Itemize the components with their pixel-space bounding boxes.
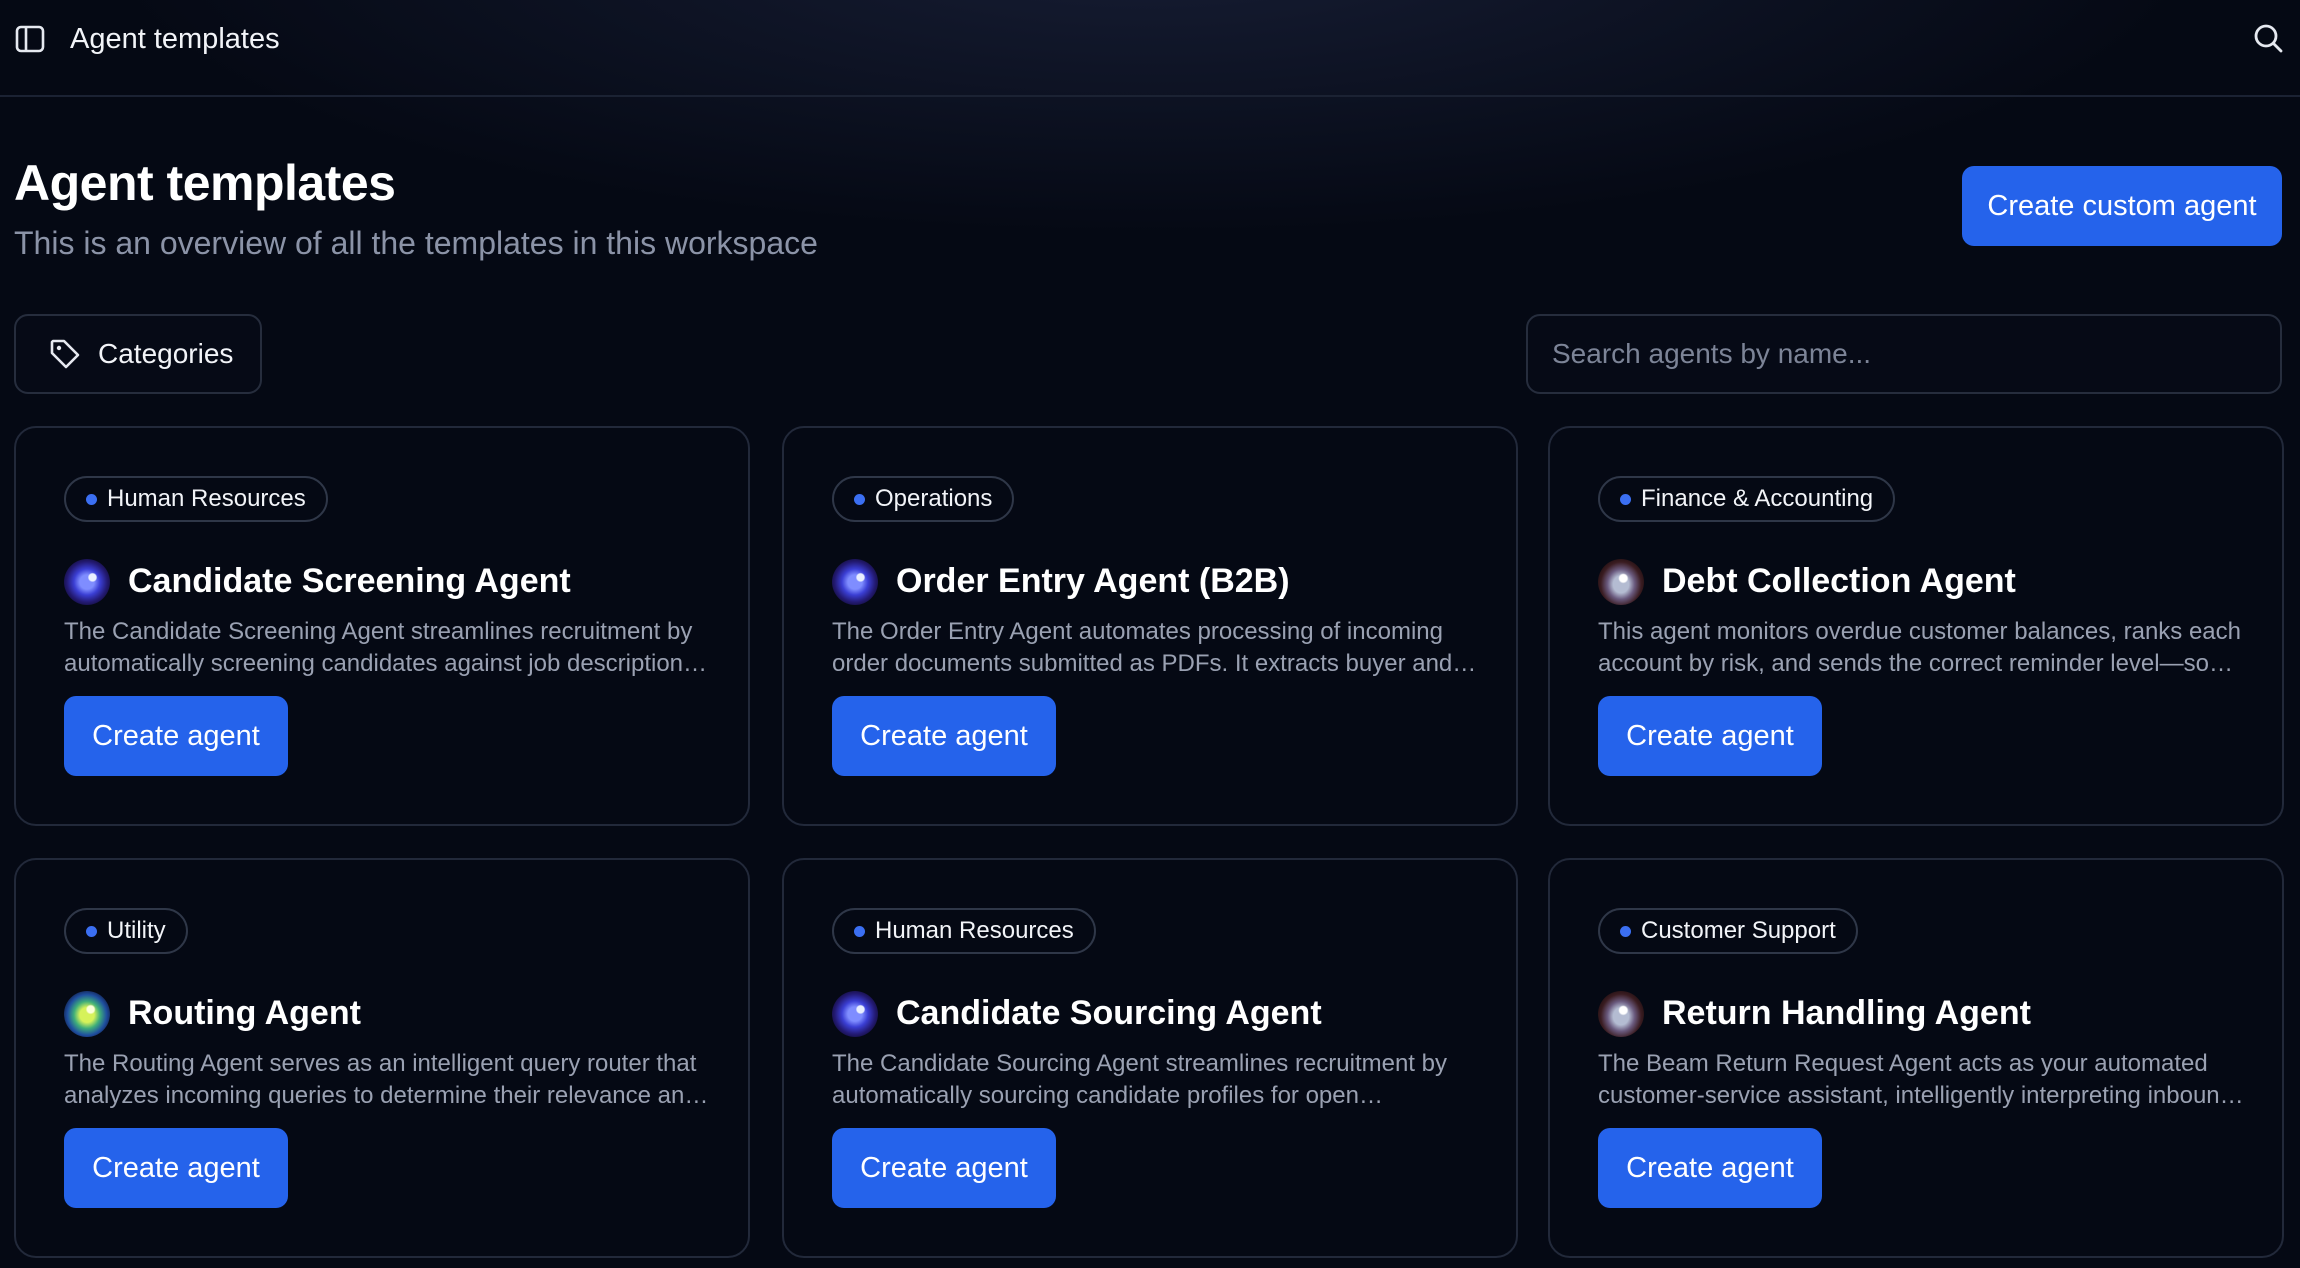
- category-badge: Human Resources: [64, 476, 328, 522]
- agent-card-candidate-screening: Human Resources Candidate Screening Agen…: [14, 426, 750, 826]
- category-label: Human Resources: [875, 917, 1074, 944]
- agent-card-order-entry: Operations Order Entry Agent (B2B) The O…: [782, 426, 1518, 826]
- sidebar-toggle-icon[interactable]: [14, 24, 46, 54]
- tag-icon: [48, 337, 82, 371]
- category-dot-icon: [86, 925, 97, 937]
- blue-orb-icon: [832, 991, 878, 1037]
- category-badge: Finance & Accounting: [1598, 476, 1896, 522]
- agent-title: Candidate Screening Agent: [128, 562, 571, 600]
- agent-card-routing: Utility Routing Agent The Routing Agent …: [14, 858, 750, 1258]
- page-subtitle: This is an overview of all the templates…: [14, 225, 818, 261]
- search-icon[interactable]: [2250, 20, 2286, 56]
- create-agent-button[interactable]: Create agent: [832, 1128, 1056, 1208]
- category-badge: Human Resources: [832, 908, 1096, 954]
- blue-orb-icon: [832, 559, 878, 605]
- category-label: Operations: [875, 485, 993, 512]
- lime-orb-icon: [64, 991, 110, 1037]
- agent-title: Return Handling Agent: [1662, 994, 2031, 1032]
- silver-orb-icon: [1598, 559, 1644, 605]
- category-label: Customer Support: [1641, 917, 1836, 944]
- agent-description: The Beam Return Request Agent acts as yo…: [1598, 1050, 2244, 1109]
- category-badge: Operations: [832, 476, 1015, 522]
- create-custom-agent-button[interactable]: Create custom agent: [1962, 166, 2282, 246]
- category-label: Finance & Accounting: [1641, 485, 1874, 512]
- agent-description: The Routing Agent serves as an intellige…: [64, 1050, 709, 1109]
- category-label: Utility: [107, 917, 166, 944]
- agent-card-candidate-sourcing: Human Resources Candidate Sourcing Agent…: [782, 858, 1518, 1258]
- category-label: Human Resources: [107, 485, 306, 512]
- agent-card-debt-collection: Finance & Accounting Debt Collection Age…: [1548, 426, 2284, 826]
- agent-title: Routing Agent: [128, 994, 361, 1032]
- categories-filter-button[interactable]: Categories: [14, 314, 262, 394]
- search-agents-input[interactable]: [1526, 314, 2282, 394]
- create-agent-button[interactable]: Create agent: [1598, 1128, 1822, 1208]
- category-badge: Customer Support: [1598, 908, 1858, 954]
- category-dot-icon: [1620, 925, 1631, 937]
- category-dot-icon: [1620, 493, 1631, 505]
- breadcrumb-title: Agent templates: [70, 23, 280, 55]
- page-title: Agent templates: [14, 155, 396, 211]
- agent-title: Candidate Sourcing Agent: [896, 994, 1322, 1032]
- agent-description: The Order Entry Agent automates processi…: [832, 618, 1477, 677]
- create-agent-button[interactable]: Create agent: [832, 696, 1056, 776]
- silver-orb-icon: [1598, 991, 1644, 1037]
- agent-title: Debt Collection Agent: [1662, 562, 2016, 600]
- blue-orb-icon: [64, 559, 110, 605]
- category-badge: Utility: [64, 908, 188, 954]
- category-dot-icon: [854, 925, 865, 937]
- category-dot-icon: [854, 493, 865, 505]
- agent-description: This agent monitors overdue customer bal…: [1598, 618, 2241, 677]
- categories-label: Categories: [98, 338, 234, 369]
- agent-title: Order Entry Agent (B2B): [896, 562, 1290, 600]
- top-bar: Agent templates: [0, 0, 2300, 97]
- agent-card-return-handling: Customer Support Return Handling Agent T…: [1548, 858, 2284, 1258]
- create-agent-button[interactable]: Create agent: [64, 1128, 288, 1208]
- agent-description: The Candidate Sourcing Agent streamlines…: [832, 1050, 1447, 1109]
- create-agent-button[interactable]: Create agent: [1598, 696, 1822, 776]
- create-agent-button[interactable]: Create agent: [64, 696, 288, 776]
- category-dot-icon: [86, 493, 97, 505]
- agent-description: The Candidate Screening Agent streamline…: [64, 618, 708, 677]
